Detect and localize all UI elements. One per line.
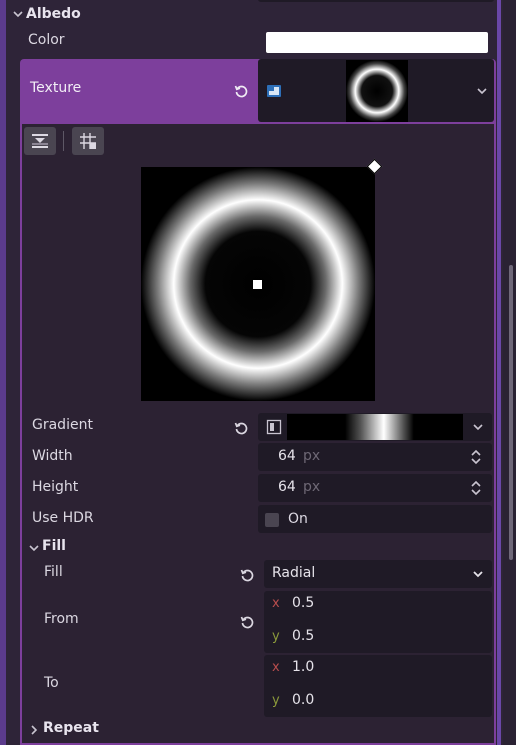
fill-section-chevron-icon[interactable] [28, 542, 40, 558]
snap-grid-button[interactable] [72, 127, 104, 155]
height-value[interactable]: 64 [278, 479, 296, 495]
inspector-left-border [0, 0, 6, 745]
use-hdr-label: Use HDR [32, 510, 94, 526]
reverse-gradient-button[interactable] [24, 127, 56, 155]
scrollbar-thumb[interactable] [509, 265, 513, 560]
from-x-value[interactable]: 0.5 [292, 595, 314, 611]
gradient-preview-swatch[interactable] [287, 414, 463, 440]
texture-thumbnail-preview[interactable] [346, 60, 408, 122]
to-x-value[interactable]: 1.0 [292, 659, 314, 675]
grid-snap-icon [80, 133, 96, 149]
gradient-dropdown-chevron-icon[interactable] [472, 421, 484, 437]
fill-section-title[interactable]: Fill [42, 538, 66, 554]
width-unit: px [303, 448, 321, 464]
texture-label: Texture [30, 80, 82, 96]
texture-dropdown-chevron-icon[interactable] [476, 85, 488, 101]
repeat-section-title[interactable]: Repeat [43, 720, 99, 736]
width-label: Width [32, 448, 73, 464]
albedo-section-title[interactable]: Albedo [26, 6, 81, 22]
width-stepper-arrows-icon[interactable] [469, 449, 483, 469]
gradient-texture-type-icon [266, 83, 282, 103]
fill-label: Fill [44, 564, 63, 580]
color-label: Color [28, 32, 65, 48]
height-unit: px [303, 479, 321, 495]
width-value[interactable]: 64 [278, 448, 296, 464]
from-label: From [44, 611, 79, 627]
fill-mode-chevron-icon[interactable] [472, 568, 484, 584]
fill-from-handle[interactable] [253, 280, 262, 289]
repeat-section-chevron-icon[interactable] [28, 724, 40, 740]
height-label: Height [32, 479, 79, 495]
previous-property-field[interactable] [258, 0, 494, 2]
to-x-axis-label: x [272, 660, 280, 675]
use-hdr-checkbox-text[interactable]: On [288, 511, 308, 527]
height-stepper-arrows-icon[interactable] [469, 480, 483, 500]
toolbar-separator [63, 131, 64, 151]
reverse-gradient-icon [32, 134, 48, 148]
to-label: To [44, 675, 59, 691]
inspector-right-border [497, 0, 501, 745]
fill-reset-icon[interactable] [239, 567, 255, 587]
to-y-value[interactable]: 0.0 [292, 692, 314, 708]
texture-reset-icon[interactable] [233, 83, 249, 103]
use-hdr-checkbox[interactable] [265, 513, 279, 527]
from-reset-icon[interactable] [239, 614, 255, 634]
gradient-reset-icon[interactable] [233, 420, 249, 440]
albedo-collapse-chevron-icon[interactable] [12, 8, 26, 22]
fill-mode-value[interactable]: Radial [272, 565, 315, 581]
from-y-axis-label: y [272, 629, 280, 644]
from-x-axis-label: x [272, 596, 280, 611]
color-swatch-button[interactable] [266, 32, 488, 53]
to-y-axis-label: y [272, 693, 280, 708]
from-y-value[interactable]: 0.5 [292, 628, 314, 644]
gradient-type-icon [266, 419, 282, 439]
gradient-label: Gradient [32, 417, 93, 433]
